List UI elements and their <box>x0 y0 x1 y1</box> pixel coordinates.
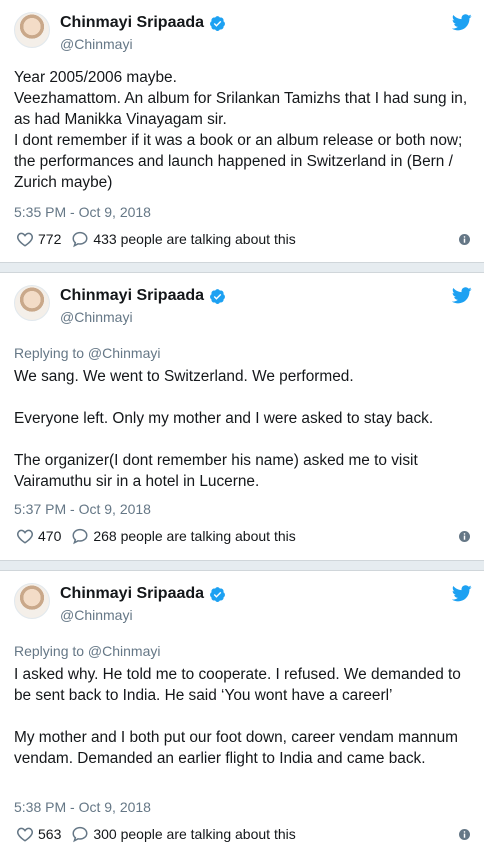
tweet-card[interactable]: Chinmayi Sripaada @Chinmayi Replying to … <box>0 273 484 560</box>
talking-count[interactable]: 268 people are talking about this <box>93 528 295 544</box>
author-handle[interactable]: @Chinmayi <box>60 309 133 325</box>
verified-badge-icon <box>210 586 225 602</box>
verified-badge-icon <box>210 15 225 31</box>
replying-to[interactable]: Replying to @Chinmayi <box>14 643 161 659</box>
like-count[interactable]: 470 <box>38 528 61 544</box>
info-icon[interactable] <box>459 234 470 245</box>
talking-count[interactable]: 433 people are talking about this <box>93 231 295 247</box>
author-handle[interactable]: @Chinmayi <box>60 607 133 623</box>
tweet-separator <box>0 560 484 571</box>
author-name[interactable]: Chinmayi Sripaada <box>60 14 204 32</box>
twitter-bird-icon[interactable] <box>452 14 472 31</box>
tweet-timestamp[interactable]: 5:38 PM - Oct 9, 2018 <box>14 799 151 815</box>
tweet-text: I asked why. He told me to cooperate. I … <box>14 666 461 767</box>
twitter-bird-icon[interactable] <box>452 585 472 602</box>
avatar[interactable] <box>14 12 50 48</box>
heart-icon[interactable] <box>16 527 34 545</box>
speech-bubble-icon[interactable] <box>71 825 89 843</box>
info-icon[interactable] <box>459 829 470 840</box>
tweet-timestamp[interactable]: 5:37 PM - Oct 9, 2018 <box>14 501 151 517</box>
heart-icon[interactable] <box>16 230 34 248</box>
avatar[interactable] <box>14 583 50 619</box>
tweet-separator <box>0 262 484 273</box>
tweet-card[interactable]: Chinmayi Sripaada @Chinmayi Year 2005/20… <box>0 0 484 262</box>
speech-bubble-icon[interactable] <box>71 527 89 545</box>
author-name[interactable]: Chinmayi Sripaada <box>60 585 204 603</box>
tweet-card[interactable]: Chinmayi Sripaada @Chinmayi Replying to … <box>0 571 484 854</box>
heart-icon[interactable] <box>16 825 34 843</box>
like-count[interactable]: 563 <box>38 826 61 842</box>
like-count[interactable]: 772 <box>38 231 61 247</box>
speech-bubble-icon[interactable] <box>71 230 89 248</box>
info-icon[interactable] <box>459 531 470 542</box>
avatar[interactable] <box>14 285 50 321</box>
twitter-bird-icon[interactable] <box>452 287 472 304</box>
tweet-timestamp[interactable]: 5:35 PM - Oct 9, 2018 <box>14 204 151 220</box>
author-name[interactable]: Chinmayi Sripaada <box>60 287 204 305</box>
verified-badge-icon <box>210 288 225 304</box>
author-handle[interactable]: @Chinmayi <box>60 36 133 52</box>
replying-to[interactable]: Replying to @Chinmayi <box>14 345 161 361</box>
tweet-text: We sang. We went to Switzerland. We perf… <box>14 368 434 490</box>
talking-count[interactable]: 300 people are talking about this <box>93 826 295 842</box>
tweet-text: Year 2005/2006 maybe. Veezhamattom. An a… <box>14 69 468 191</box>
